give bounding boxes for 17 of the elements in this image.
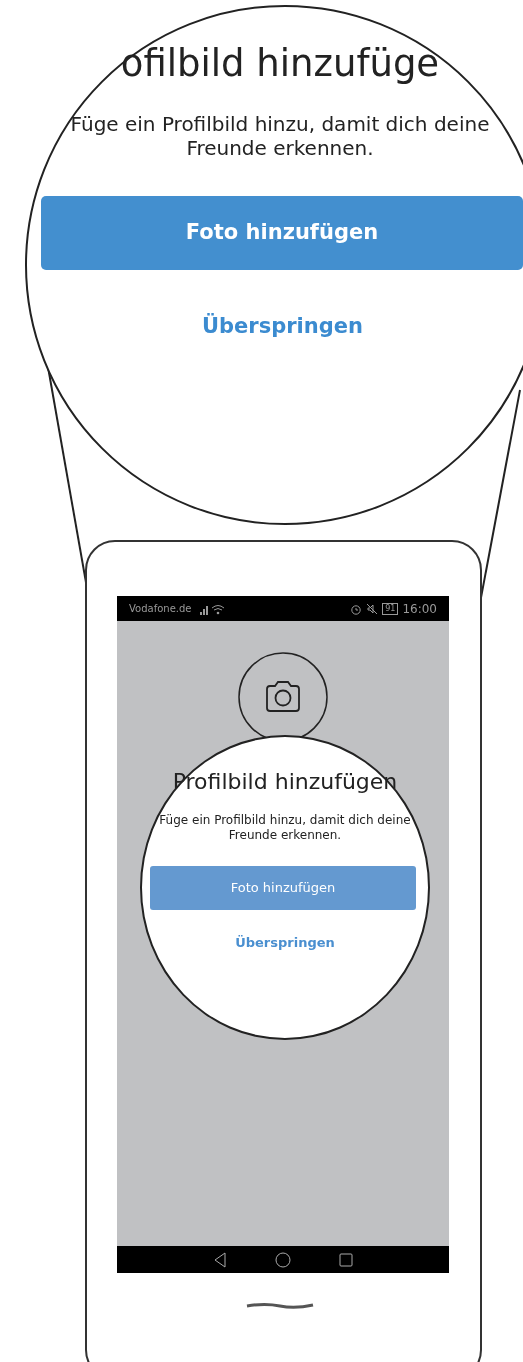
add-photo-button[interactable]: Foto hinzufügen bbox=[41, 196, 523, 270]
magnified-title: ofilbild hinzufüge bbox=[119, 41, 441, 87]
alarm-icon bbox=[350, 602, 363, 615]
add-photo-button[interactable]: Foto hinzufügen bbox=[150, 866, 416, 910]
carrier-name: Vodafone.de bbox=[129, 602, 192, 616]
magnified-description: Füge ein Profilbild hinzu, damit dich deine Freunde erkennen. bbox=[69, 112, 491, 160]
clock-time: 16:00 bbox=[402, 600, 437, 618]
recents-icon[interactable] bbox=[339, 1252, 353, 1267]
battery-level: 91 bbox=[382, 602, 399, 615]
skip-link[interactable]: Überspringen bbox=[220, 932, 350, 954]
screen-description: Füge ein Profilbild hinzu, damit dich deine Freunde erkennen. bbox=[158, 813, 412, 843]
skip-link[interactable]: Überspringen bbox=[170, 310, 395, 344]
signal-wifi-icon bbox=[199, 602, 226, 615]
scribble-mark bbox=[245, 1300, 315, 1310]
back-icon[interactable] bbox=[213, 1251, 227, 1268]
mute-icon bbox=[366, 602, 379, 615]
home-icon[interactable] bbox=[275, 1251, 291, 1268]
